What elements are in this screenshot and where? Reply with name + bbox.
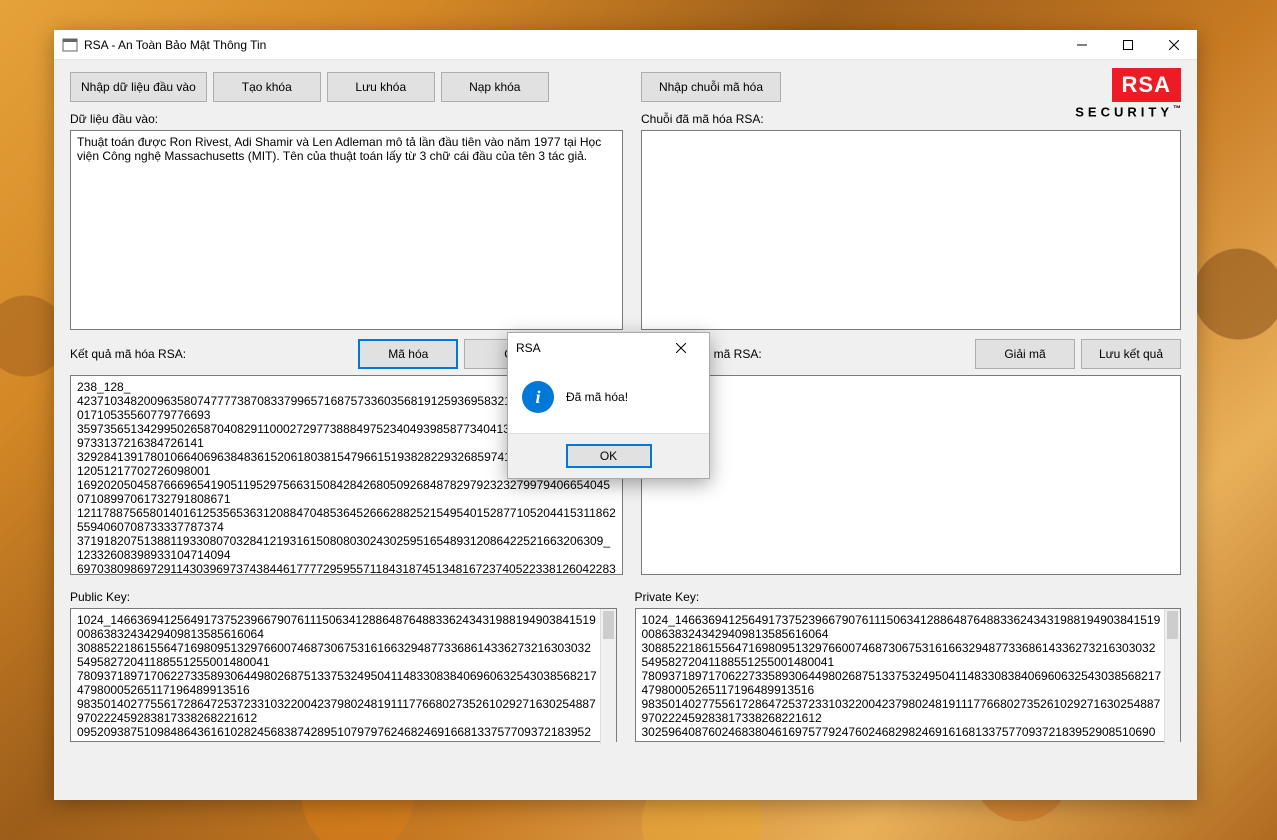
dialog-titlebar: RSA (508, 333, 709, 363)
gen-key-button[interactable]: Tạo khóa (213, 72, 321, 102)
save-key-button[interactable]: Lưu khóa (327, 72, 435, 102)
logo-sub: SECURITY (1075, 104, 1173, 119)
scrollbar[interactable] (600, 609, 616, 744)
public-key-label: Public Key: (70, 590, 617, 604)
app-icon (62, 37, 78, 53)
minimize-button[interactable] (1059, 30, 1105, 60)
private-key-label: Private Key: (635, 590, 1182, 604)
encrypt-button[interactable]: Mã hóa (358, 339, 458, 369)
logo-tm: ™ (1173, 104, 1181, 113)
titlebar: RSA - An Toàn Bảo Mật Thông Tin (54, 30, 1197, 60)
dialog-close-button[interactable] (661, 333, 701, 363)
close-button[interactable] (1151, 30, 1197, 60)
scrollbar[interactable] (1164, 609, 1180, 744)
save-dec-result-button[interactable]: Lưu kết quả (1081, 339, 1181, 369)
dialog-ok-button[interactable]: OK (566, 444, 652, 468)
window-controls (1059, 30, 1197, 60)
dialog-title: RSA (516, 341, 541, 355)
info-icon: i (522, 381, 554, 413)
load-input-button[interactable]: Nhập dữ liệu đầu vào (70, 72, 207, 102)
message-dialog: RSA i Đã mã hóa! OK (507, 332, 710, 479)
dec-result-textbox[interactable] (641, 375, 1181, 575)
load-key-button[interactable]: Nạp khóa (441, 72, 549, 102)
decrypt-button[interactable]: Giải mã (975, 339, 1075, 369)
load-cipher-button[interactable]: Nhập chuỗi mã hóa (641, 72, 781, 102)
private-key-textbox[interactable] (635, 608, 1182, 742)
public-key-textbox[interactable] (70, 608, 617, 742)
logo-brand: RSA (1112, 68, 1181, 102)
rsa-logo: RSA SECURITY™ (1075, 68, 1181, 119)
dialog-message: Đã mã hóa! (566, 390, 628, 404)
input-textbox[interactable] (70, 130, 623, 330)
maximize-button[interactable] (1105, 30, 1151, 60)
input-label: Dữ liệu đầu vào: (70, 112, 623, 126)
cipher-textbox[interactable] (641, 130, 1181, 330)
enc-result-label: Kết quả mã hóa RSA: (70, 347, 358, 361)
window-title: RSA - An Toàn Bảo Mật Thông Tin (84, 38, 266, 52)
